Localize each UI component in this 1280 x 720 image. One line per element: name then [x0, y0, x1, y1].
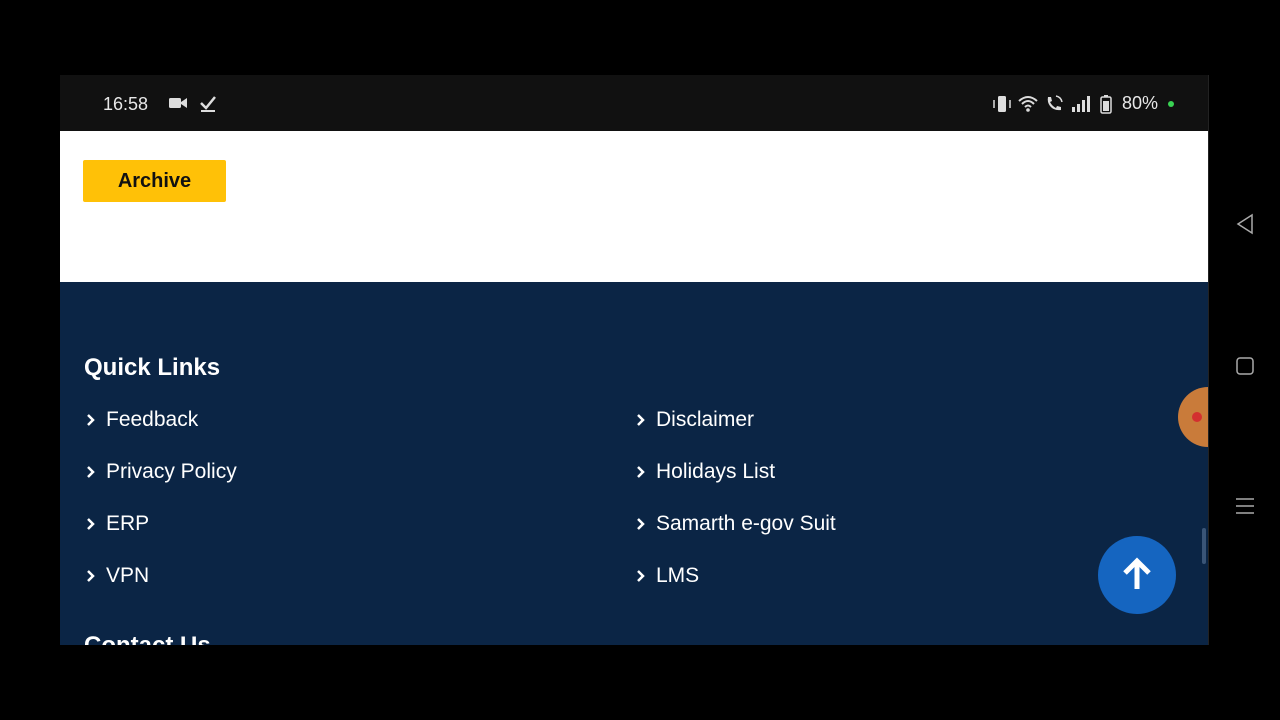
chevron-right-icon [637, 570, 645, 582]
recording-dot [1192, 412, 1202, 422]
home-icon[interactable] [1233, 354, 1257, 378]
signal-icon [1071, 95, 1090, 112]
chevron-right-icon [637, 518, 645, 530]
status-right-icons: 80% [992, 93, 1174, 114]
chevron-right-icon [87, 518, 95, 530]
archive-button[interactable]: Archive [83, 160, 226, 202]
privacy-indicator [1168, 100, 1174, 107]
link-label: Samarth e-gov Suit [656, 512, 836, 535]
status-time: 16:58 [103, 94, 149, 114]
vibrate-icon [993, 95, 1011, 112]
chevron-right-icon [637, 466, 645, 478]
link-label: Feedback [106, 408, 199, 431]
link-label: Privacy Policy [106, 460, 237, 483]
link-label: LMS [656, 564, 700, 587]
footer: Quick Links Feedback Privacy Policy ERP … [60, 282, 1208, 645]
link-erp[interactable]: ERP [84, 512, 149, 536]
link-label: ERP [106, 512, 150, 535]
status-left-icons [168, 93, 218, 113]
chevron-right-icon [87, 466, 95, 478]
check-icon [200, 96, 216, 112]
wifi-icon [1018, 95, 1038, 112]
scrollbar-thumb[interactable] [1202, 528, 1206, 564]
link-label: VPN [106, 564, 150, 587]
chevron-right-icon [637, 414, 645, 426]
phone-screen: 16:58 80% Archive Quick Links Feedback P… [60, 75, 1208, 645]
navigation-bar [1208, 75, 1280, 645]
link-label: Holidays List [656, 460, 776, 483]
link-disclaimer[interactable]: Disclaimer [634, 408, 754, 432]
battery-percent: 80% [1121, 93, 1158, 113]
scroll-to-top-button[interactable] [1098, 536, 1176, 614]
chevron-right-icon [87, 414, 95, 426]
battery-icon [1100, 94, 1112, 114]
recents-icon[interactable] [1233, 494, 1257, 518]
link-label: Disclaimer [656, 408, 755, 431]
link-lms[interactable]: LMS [634, 564, 699, 588]
contact-us-heading: Contact Us [84, 632, 211, 645]
quick-links-title: Quick Links [84, 354, 221, 381]
wifi-call-icon [1047, 94, 1063, 110]
link-privacy-policy[interactable]: Privacy Policy [84, 460, 237, 484]
link-samarth-egov[interactable]: Samarth e-gov Suit [634, 512, 836, 536]
link-feedback[interactable]: Feedback [84, 408, 198, 432]
arrow-up-icon [1123, 557, 1151, 589]
link-holidays-list[interactable]: Holidays List [634, 460, 775, 484]
link-vpn[interactable]: VPN [84, 564, 149, 588]
back-icon[interactable] [1233, 212, 1257, 236]
video-icon [169, 98, 187, 108]
chevron-right-icon [87, 570, 95, 582]
status-bar: 16:58 80% [60, 75, 1208, 131]
content-section: Archive [60, 131, 1208, 282]
